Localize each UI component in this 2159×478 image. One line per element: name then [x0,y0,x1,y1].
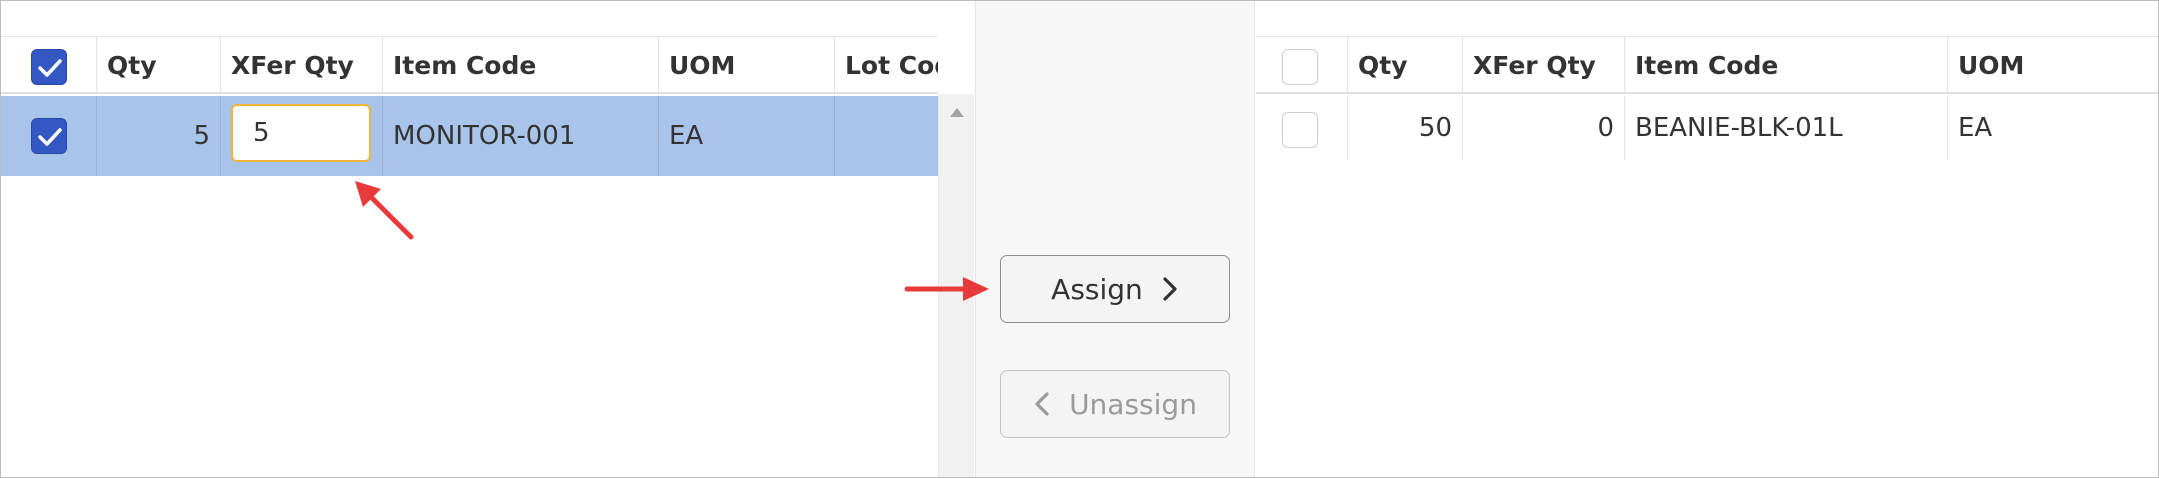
lot-code-cell [835,96,938,176]
row-select-cell [1,96,97,176]
assigned-grid-header: Qty XFer Qty Item Code UOM [1256,37,2158,94]
header-select-cell [1256,37,1348,92]
column-header-qty[interactable]: Qty [1348,37,1463,92]
uom-cell: EA [1958,113,1993,143]
unassign-button-label: Unassign [1069,387,1197,421]
qty-cell: 50 [1348,96,1463,160]
grid-toolbar-strip [1256,1,2158,37]
source-grid-header: Qty XFer Qty Item Code UOM Lot Cod [1,37,938,94]
item-code-cell: BEANIE-BLK-01L [1625,96,1948,160]
unassign-button[interactable]: Unassign [1000,370,1230,438]
check-icon [38,128,62,146]
assignment-actions-panel: Assign Unassign [975,1,1255,477]
chevron-right-icon [1163,277,1177,301]
column-header-item-code[interactable]: Item Code [1625,37,1948,92]
column-header-xfer-qty[interactable]: XFer Qty [1463,37,1625,92]
xfer-qty-cell: 0 [1463,96,1625,160]
row-checkbox[interactable] [1282,112,1318,148]
select-all-checkbox[interactable] [1282,49,1318,85]
column-header-item-code[interactable]: Item Code [383,37,659,92]
uom-cell: EA [659,96,835,176]
row-checkbox[interactable] [31,118,67,154]
red-arrow-icon [904,277,989,301]
table-row[interactable]: 5 MONITOR-001 EA [1,96,938,176]
red-arrow-icon [355,181,414,240]
assign-button-label: Assign [1051,272,1143,306]
arrow-up-icon[interactable] [950,108,964,117]
column-header-qty[interactable]: Qty [97,37,221,92]
column-header-lot-code[interactable]: Lot Cod [835,37,938,92]
assigned-items-grid: Qty XFer Qty Item Code UOM 50 0 BEANIE-B… [1256,1,2158,477]
chevron-left-icon [1035,392,1049,416]
assign-button[interactable]: Assign [1000,255,1230,323]
column-header-uom[interactable]: UOM [659,37,835,92]
header-select-cell [1,37,97,92]
grid-toolbar-strip [1,1,938,37]
column-header-xfer-qty[interactable]: XFer Qty [221,37,383,92]
table-row[interactable]: 50 0 BEANIE-BLK-01L EA [1256,96,2158,160]
source-items-grid: Qty XFer Qty Item Code UOM Lot Cod 5 MON… [1,1,938,477]
row-select-cell [1256,96,1348,160]
select-all-checkbox[interactable] [31,49,67,85]
xfer-qty-input[interactable] [231,104,371,162]
check-icon [38,59,62,77]
transfer-assignment-screen: Qty XFer Qty Item Code UOM Lot Cod 5 MON… [0,0,2159,478]
column-header-uom[interactable]: UOM [1948,37,2158,92]
qty-cell: 5 [97,96,221,176]
